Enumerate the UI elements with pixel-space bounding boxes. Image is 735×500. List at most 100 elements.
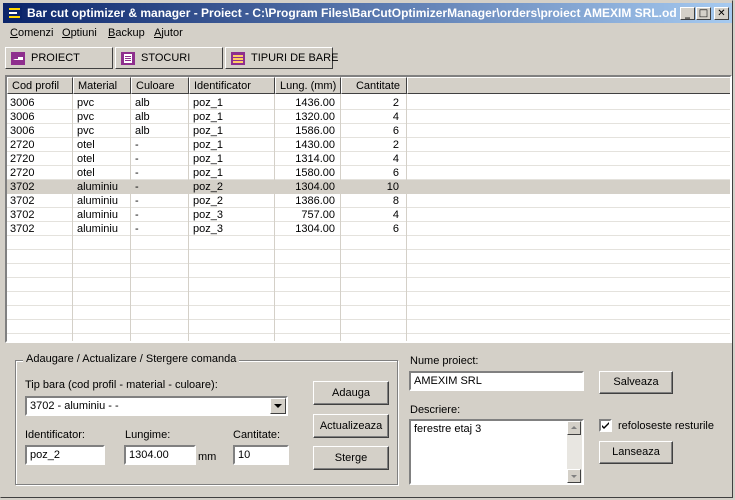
- update-button[interactable]: Actualizeaza: [313, 414, 389, 438]
- table-row[interactable]: 3702 aluminiu - poz_3 1304.00 6: [7, 222, 730, 236]
- table-row[interactable]: 3702 aluminiu - poz_2 1304.00 10: [7, 180, 730, 194]
- table-row[interactable]: 3006 pvc alb poz_1 1436.00 2: [7, 96, 730, 110]
- scroll-down-button[interactable]: [567, 469, 581, 483]
- table-cell: 1586.00: [295, 125, 335, 137]
- orders-table[interactable]: Cod profil Material Culoare Identificato…: [5, 75, 732, 343]
- table-cell: -: [135, 153, 139, 165]
- bar-type-dropdown-button[interactable]: [270, 398, 286, 414]
- table-cell: poz_1: [193, 167, 223, 179]
- menu-ajutor[interactable]: Ajutor: [154, 27, 183, 39]
- table-cell: 6: [392, 167, 399, 179]
- table-cell: 2: [392, 139, 399, 151]
- table-cell: 1304.00: [295, 223, 335, 235]
- row-separator: [7, 291, 730, 292]
- table-cell: 4: [392, 111, 399, 123]
- table-cell: aluminiu: [77, 223, 118, 235]
- table-row[interactable]: 3702 aluminiu - poz_3 757.00 4: [7, 208, 730, 222]
- table-cell: 3702: [10, 195, 35, 207]
- window-title: Bar cut optimizer & manager - Proiect - …: [27, 6, 677, 20]
- column-header-culoare[interactable]: Culoare: [131, 77, 189, 94]
- row-separator: [7, 319, 730, 320]
- project-name-input[interactable]: AMEXIM SRL: [409, 371, 584, 391]
- table-row[interactable]: 2720 otel - poz_1 1314.00 4: [7, 152, 730, 166]
- arrow-down-icon: [571, 475, 577, 478]
- table-cell: 6: [392, 125, 399, 137]
- description-text: ferestre etaj 3: [414, 423, 482, 435]
- bar-type-select[interactable]: 3702 - aluminiu - -: [25, 396, 288, 416]
- description-scrollbar[interactable]: [567, 421, 582, 483]
- tab-stocuri[interactable]: STOCURI: [115, 47, 223, 69]
- quantity-input[interactable]: 10: [233, 445, 289, 465]
- save-button[interactable]: Salveaza: [599, 371, 673, 394]
- table-cell: 6: [392, 223, 399, 235]
- table-cell: otel: [77, 153, 95, 165]
- table-cell: pvc: [77, 97, 95, 109]
- table-row[interactable]: 2720 otel - poz_1 1430.00 2: [7, 138, 730, 152]
- table-cell: 4: [392, 209, 399, 221]
- table-cell: 1304.00: [295, 181, 335, 193]
- column-header-lungime[interactable]: Lung. (mm): [275, 77, 341, 94]
- minimize-button[interactable]: _: [680, 7, 695, 20]
- column-header-identificator[interactable]: Identificator: [189, 77, 275, 94]
- menu-comenzi[interactable]: Comenzi: [10, 27, 53, 39]
- add-button[interactable]: Adauga: [313, 381, 389, 405]
- arrow-up-icon: [571, 426, 577, 429]
- column-header-material[interactable]: Material: [73, 77, 131, 94]
- scroll-up-button[interactable]: [567, 421, 581, 435]
- chevron-down-icon: [274, 404, 282, 408]
- table-cell: otel: [77, 167, 95, 179]
- table-cell: -: [135, 209, 139, 221]
- table-cell: 3006: [10, 97, 35, 109]
- maximize-button[interactable]: □: [696, 7, 711, 20]
- table-cell: 10: [386, 181, 399, 193]
- order-group-title: Adaugare / Actualizare / Stergere comand…: [23, 353, 240, 365]
- length-label: Lungime:: [125, 429, 171, 441]
- column-header-cod-profil[interactable]: Cod profil: [7, 77, 73, 94]
- tab-label: PROIECT: [31, 52, 80, 64]
- column-header-filler: [407, 77, 730, 94]
- reuse-leftovers-checkbox[interactable]: [599, 419, 612, 432]
- grid-line: [406, 94, 407, 341]
- bars-stack-icon: [231, 52, 245, 65]
- checkmark-icon: [602, 422, 609, 429]
- tab-label: STOCURI: [141, 52, 191, 64]
- table-row[interactable]: 3006 pvc alb poz_1 1320.00 4: [7, 110, 730, 124]
- title-bar[interactable]: Bar cut optimizer & manager - Proiect - …: [3, 3, 732, 23]
- launch-button[interactable]: Lanseaza: [599, 441, 673, 464]
- menu-optiuni[interactable]: Optiuni: [62, 27, 97, 39]
- table-row[interactable]: 3006 pvc alb poz_1 1586.00 6: [7, 124, 730, 138]
- menu-backup[interactable]: Backup: [108, 27, 145, 39]
- table-cell: poz_1: [193, 97, 223, 109]
- grid-line: [130, 94, 131, 341]
- table-cell: 3006: [10, 125, 35, 137]
- table-cell: -: [135, 181, 139, 193]
- delete-button[interactable]: Sterge: [313, 446, 389, 470]
- table-row[interactable]: 3702 aluminiu - poz_2 1386.00 8: [7, 194, 730, 208]
- table-cell: poz_1: [193, 139, 223, 151]
- close-button[interactable]: ✕: [714, 7, 729, 20]
- table-cell: 2720: [10, 167, 35, 179]
- description-textarea[interactable]: ferestre etaj 3: [409, 419, 584, 485]
- table-cell: 8: [392, 195, 399, 207]
- table-cell: alb: [135, 111, 150, 123]
- grid-line: [340, 94, 341, 341]
- table-cell: aluminiu: [77, 195, 118, 207]
- identifier-input[interactable]: poz_2: [25, 445, 105, 465]
- length-unit: mm: [198, 451, 217, 463]
- app-icon: [7, 6, 22, 20]
- table-cell: poz_2: [193, 181, 223, 193]
- tab-proiect[interactable]: PROIECT: [5, 47, 113, 69]
- table-cell: poz_2: [193, 195, 223, 207]
- table-row[interactable]: 2720 otel - poz_1 1580.00 6: [7, 166, 730, 180]
- hand-pointer-icon: [11, 52, 25, 65]
- table-cell: poz_1: [193, 111, 223, 123]
- grid-line: [274, 94, 275, 341]
- table-cell: poz_3: [193, 223, 223, 235]
- column-header-cantitate[interactable]: Cantitate: [341, 77, 407, 94]
- table-cell: alb: [135, 125, 150, 137]
- table-cell: pvc: [77, 111, 95, 123]
- table-cell: -: [135, 195, 139, 207]
- length-input[interactable]: 1304.00: [124, 445, 196, 465]
- description-label: Descriere:: [410, 404, 461, 416]
- tab-tipuri-de-bare[interactable]: TIPURI DE BARE: [225, 47, 338, 69]
